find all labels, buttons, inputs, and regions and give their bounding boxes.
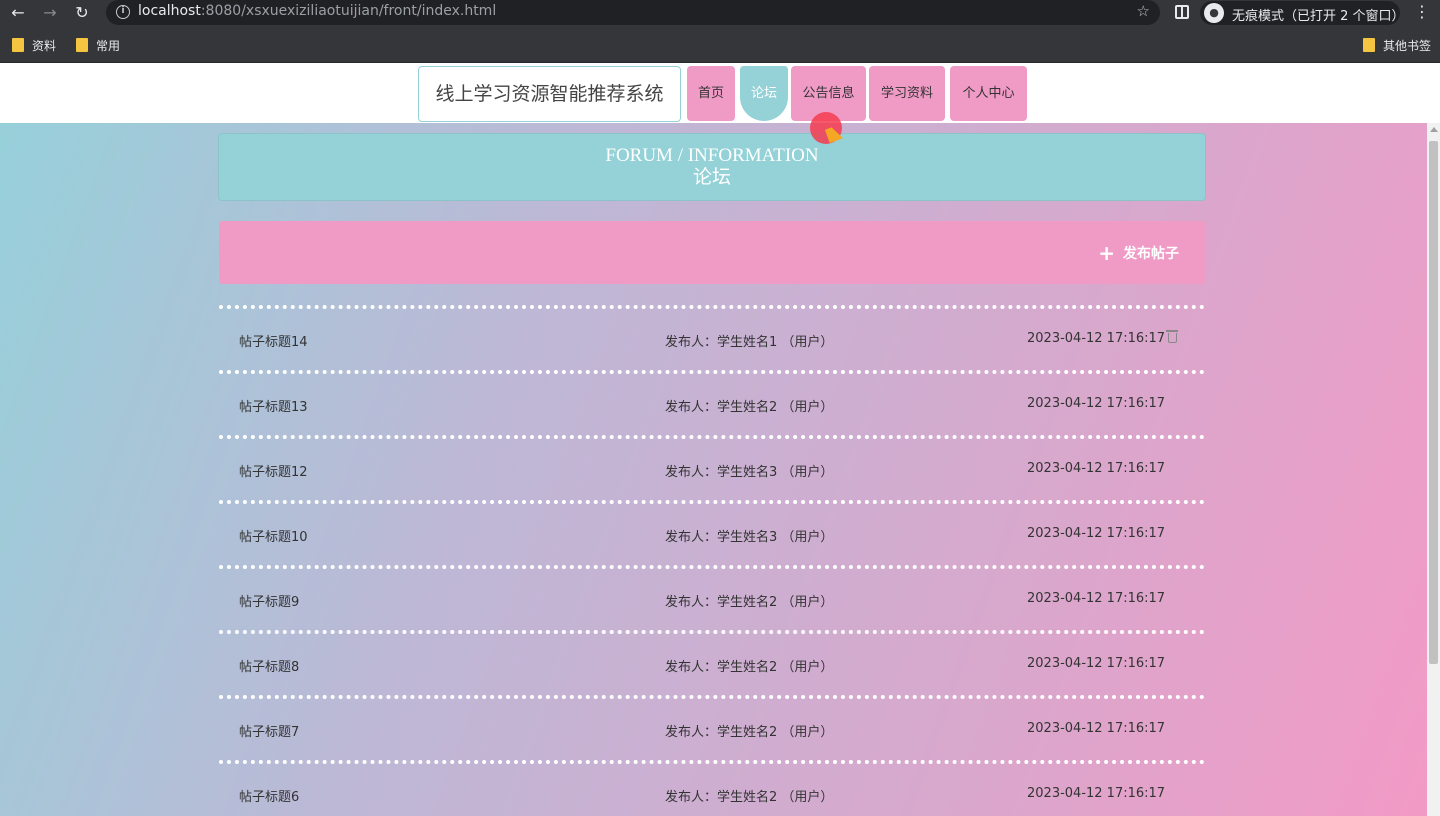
post-title[interactable]: 帖子标题13 [239, 396, 308, 415]
post-row[interactable]: 帖子标题10 发布人：学生姓名3 （用户） 2023-04-12 17:16:1… [219, 500, 1205, 565]
bookmark-folder-ziliao[interactable]: 资料 [12, 37, 56, 53]
post-author: 发布人：学生姓名2 （用户） [665, 790, 834, 805]
post-title[interactable]: 帖子标题8 [239, 656, 299, 675]
post-author: 发布人：学生姓名3 （用户） [665, 530, 834, 545]
post-date: 2023-04-12 17:16:17 [1027, 461, 1166, 476]
side-panel-icon[interactable] [1175, 5, 1189, 19]
address-bar[interactable]: i localhost:8080/xsxuexiziliaotuijian/fr… [106, 0, 1160, 25]
scrollbar-thumb[interactable] [1429, 141, 1438, 664]
post-title[interactable]: 帖子标题7 [239, 721, 299, 740]
post-title[interactable]: 帖子标题14 [239, 331, 308, 350]
page-viewport: 线上学习资源智能推荐系统 首页 论坛 公告信息 学习资料 个人中心 FORUM … [0, 63, 1440, 816]
folder-icon [12, 38, 24, 52]
section-banner: FORUM / INFORMATION 论坛 [218, 133, 1206, 201]
incognito-icon: ● [1204, 3, 1224, 23]
nav-home[interactable]: 首页 [687, 66, 735, 121]
site-header: 线上学习资源智能推荐系统 首页 论坛 公告信息 学习资料 个人中心 [0, 63, 1440, 123]
scroll-up-icon[interactable] [1430, 127, 1438, 132]
post-title[interactable]: 帖子标题6 [239, 786, 299, 805]
action-bar: + 发布帖子 [219, 221, 1205, 284]
post-date: 2023-04-12 17:16:17 [1027, 786, 1166, 801]
browser-toolbar: ← → ↻ i localhost:8080/xsxuexiziliaotuij… [0, 0, 1440, 26]
incognito-indicator[interactable]: ● 无痕模式（已打开 2 个窗口） [1200, 1, 1405, 25]
folder-icon [1363, 38, 1375, 52]
post-author: 发布人：学生姓名3 （用户） [665, 465, 834, 480]
post-row[interactable]: 帖子标题7 发布人：学生姓名2 （用户） 2023-04-12 17:16:17 [219, 695, 1205, 760]
post-date: 2023-04-12 17:16:17 [1027, 331, 1166, 346]
post-title[interactable]: 帖子标题10 [239, 526, 308, 545]
post-row[interactable]: 帖子标题9 发布人：学生姓名2 （用户） 2023-04-12 17:16:17 [219, 565, 1205, 630]
folder-icon [76, 38, 88, 52]
post-row[interactable]: 帖子标题8 发布人：学生姓名2 （用户） 2023-04-12 17:16:17 [219, 630, 1205, 695]
trash-icon[interactable] [1166, 330, 1178, 343]
post-date: 2023-04-12 17:16:17 [1027, 656, 1166, 671]
reload-icon[interactable]: ↻ [70, 1, 94, 25]
publish-post-button[interactable]: + 发布帖子 [1098, 243, 1179, 263]
post-author: 发布人：学生姓名2 （用户） [665, 660, 834, 675]
post-date: 2023-04-12 17:16:17 [1027, 721, 1166, 736]
post-row[interactable]: 帖子标题6 发布人：学生姓名2 （用户） 2023-04-12 17:16:17 [219, 760, 1205, 816]
site-title: 线上学习资源智能推荐系统 [418, 66, 681, 122]
post-author: 发布人：学生姓名2 （用户） [665, 725, 834, 740]
site-info-icon[interactable]: i [116, 5, 130, 19]
back-icon[interactable]: ← [6, 1, 30, 25]
post-title[interactable]: 帖子标题12 [239, 461, 308, 480]
page-scrollbar[interactable] [1427, 123, 1440, 816]
nav-learning-materials[interactable]: 学习资料 [869, 66, 945, 121]
post-row[interactable]: 帖子标题12 发布人：学生姓名3 （用户） 2023-04-12 17:16:1… [219, 435, 1205, 500]
nav-forum[interactable]: 论坛 [740, 66, 788, 121]
bookmark-folder-changyong[interactable]: 常用 [76, 37, 120, 53]
other-bookmarks[interactable]: 其他书签 [1363, 37, 1431, 53]
post-date: 2023-04-12 17:16:17 [1027, 396, 1166, 411]
post-row[interactable]: 帖子标题13 发布人：学生姓名2 （用户） 2023-04-12 17:16:1… [219, 370, 1205, 435]
plus-icon: + [1098, 241, 1115, 265]
browser-menu-icon[interactable]: ⋮ [1414, 0, 1430, 24]
post-author: 发布人：学生姓名2 （用户） [665, 400, 834, 415]
post-author: 发布人：学生姓名2 （用户） [665, 595, 834, 610]
banner-chinese-title: 论坛 [692, 167, 731, 188]
post-row[interactable]: 帖子标题14 发布人：学生姓名1 （用户） 2023-04-12 17:16:1… [219, 305, 1205, 370]
post-list: 帖子标题14 发布人：学生姓名1 （用户） 2023-04-12 17:16:1… [219, 305, 1205, 816]
forward-icon[interactable]: → [38, 1, 62, 25]
post-title[interactable]: 帖子标题9 [239, 591, 299, 610]
bookmark-star-icon[interactable]: ☆ [1137, 2, 1150, 20]
post-date: 2023-04-12 17:16:17 [1027, 591, 1166, 606]
incognito-label: 无痕模式（已打开 2 个窗口） [1232, 9, 1405, 24]
url-text[interactable]: localhost:8080/xsxuexiziliaotuijian/fron… [138, 3, 496, 19]
bookmarks-bar: 资料 常用 其他书签 [0, 26, 1440, 63]
banner-english-title: FORUM / INFORMATION [605, 145, 819, 166]
post-date: 2023-04-12 17:16:17 [1027, 526, 1166, 541]
nav-personal-center[interactable]: 个人中心 [950, 66, 1027, 121]
post-author: 发布人：学生姓名1 （用户） [665, 335, 834, 350]
